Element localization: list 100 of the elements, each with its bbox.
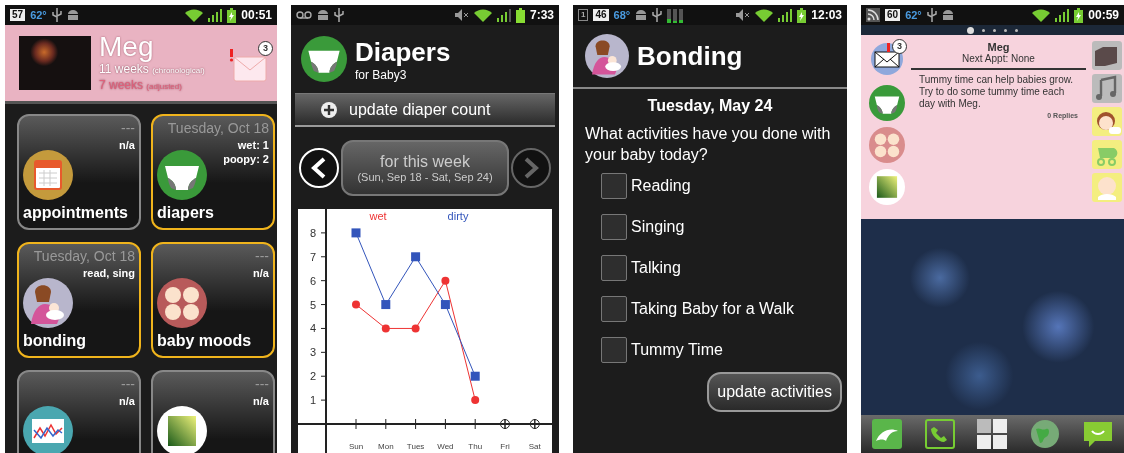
page-indicator-dot[interactable]	[1015, 28, 1018, 32]
usb-icon	[652, 8, 663, 22]
activity-checkbox[interactable]	[601, 295, 627, 322]
category-tile[interactable]: --- n/a	[151, 370, 275, 453]
notification-badge: 57	[10, 9, 26, 21]
data-point	[411, 252, 421, 262]
update-diaper-count-button[interactable]: update diaper count	[295, 93, 555, 127]
y-tick-label: 4	[309, 322, 316, 335]
previous-week-button[interactable]	[299, 148, 339, 188]
y-tick-label: 7	[309, 250, 316, 263]
date-text: ---	[121, 376, 135, 392]
folder-icon[interactable]	[1092, 41, 1122, 70]
activity-checkbox[interactable]	[601, 213, 627, 240]
activity-label: Taking Baby for a Walk	[631, 299, 795, 318]
activity-label: Singing	[631, 217, 685, 236]
data-point	[411, 324, 420, 333]
data-point	[441, 276, 450, 285]
activity-label: Reading	[631, 176, 691, 195]
android-icon	[66, 8, 79, 22]
cartoon-girl-icon[interactable]	[1092, 107, 1122, 136]
data-point	[440, 300, 450, 310]
temperature-text: 68°	[613, 9, 631, 21]
activity-checkbox[interactable]	[601, 172, 627, 199]
category-tile[interactable]: --- n/a	[17, 370, 141, 453]
message-count-badge: 3	[892, 39, 907, 54]
page-indicator-dot[interactable]	[993, 28, 996, 32]
y-tick-label: 3	[309, 346, 316, 359]
empty-marker-icon	[500, 419, 510, 429]
mute-icon	[736, 9, 751, 21]
category-tile[interactable]: --- n/a appointments	[17, 114, 141, 230]
next-appointment-text: Next Appt: None	[911, 53, 1086, 70]
tile-info-text: read, sing	[83, 266, 135, 280]
chevron-left-icon	[310, 157, 328, 179]
signal-icon	[778, 8, 793, 22]
diaper-icon	[157, 150, 207, 200]
diaper-icon[interactable]	[869, 85, 905, 121]
clock-time: 12:03	[811, 8, 842, 22]
signal-icon	[1055, 8, 1070, 22]
signal-icon	[496, 8, 511, 22]
babies-icon	[157, 278, 207, 328]
date-text: Tuesday, Oct 18	[33, 248, 135, 264]
android-icon	[635, 8, 648, 22]
notification-badge: 1	[578, 9, 589, 21]
age-text: 7 weeks (adjusted)	[99, 78, 183, 94]
phone-icon[interactable]	[924, 419, 955, 449]
globe-icon[interactable]	[1030, 419, 1061, 449]
date-text: ---	[121, 120, 135, 136]
page-indicator-dot[interactable]	[1004, 28, 1007, 32]
calendar-icon	[23, 150, 73, 200]
line-chart-icon	[23, 406, 73, 453]
chat-icon[interactable]	[1082, 419, 1113, 449]
x-tick-label: Thu	[468, 442, 483, 451]
category-tile[interactable]: --- n/a baby moods	[151, 242, 275, 358]
page-indicator-dot[interactable]	[982, 28, 985, 32]
notification-badge: 60	[885, 9, 901, 21]
update-activities-button[interactable]: update activities	[707, 372, 842, 412]
tile-info-text: wet: 1	[236, 138, 269, 152]
question-text: What activities have you done with your baby today?	[584, 124, 832, 165]
plus-icon	[321, 101, 337, 118]
category-tile[interactable]: Tuesday, Oct 18 wet: 1 poopy: 2 diapers	[151, 114, 275, 230]
data-point	[470, 371, 480, 381]
mother-baby-icon	[23, 278, 73, 328]
tile-label: appointments	[23, 203, 129, 223]
chevron-right-icon	[522, 157, 540, 179]
tile-info-text: poopy: 2	[223, 152, 269, 166]
diaper-icon	[301, 36, 347, 82]
battery-icon	[1074, 7, 1084, 23]
signal-icon	[208, 8, 223, 22]
page-indicator-dot[interactable]	[967, 26, 974, 34]
clock-time: 00:59	[1088, 8, 1119, 22]
wifi-icon	[755, 8, 774, 22]
tile-label: baby moods	[157, 331, 253, 351]
dolphin-icon[interactable]	[872, 419, 903, 449]
clock-time: 7:33	[529, 8, 554, 22]
envelope-alert-icon[interactable]	[869, 41, 905, 75]
baby-name: Meg	[99, 32, 155, 62]
date-heading: Tuesday, May 24	[646, 97, 774, 115]
activity-checkbox[interactable]	[601, 254, 627, 281]
tip-message: Tummy time can help babies grow. Try to do some tummy time each day with Meg.	[918, 73, 1075, 110]
app-grid-icon[interactable]	[977, 419, 1008, 449]
usb-icon	[334, 8, 344, 22]
activity-label: Talking	[631, 258, 681, 277]
data-point	[381, 324, 390, 333]
week-selector-button[interactable]: for this week (Sun, Sep 18 - Sat, Sep 24)	[341, 140, 509, 196]
tile-info-text: n/a	[119, 394, 135, 408]
wifi-icon	[1032, 8, 1051, 22]
tile-info-text: n/a	[253, 266, 269, 280]
data-point	[351, 228, 361, 238]
music-notes-icon[interactable]	[1092, 74, 1122, 103]
tile-label: bonding	[23, 331, 88, 351]
category-tile[interactable]: Tuesday, Oct 18 read, sing bonding	[17, 242, 141, 358]
x-tick-label: Tues	[406, 442, 425, 451]
tile-label: diapers	[157, 203, 215, 223]
x-tick-label: Wed	[437, 442, 454, 451]
next-week-button[interactable]	[511, 148, 551, 188]
y-tick-label: 2	[309, 370, 316, 383]
battery-icon	[797, 7, 807, 23]
activity-checkbox[interactable]	[601, 336, 627, 363]
y-tick-label: 5	[309, 298, 316, 311]
gradient-chart-icon[interactable]	[869, 169, 905, 205]
